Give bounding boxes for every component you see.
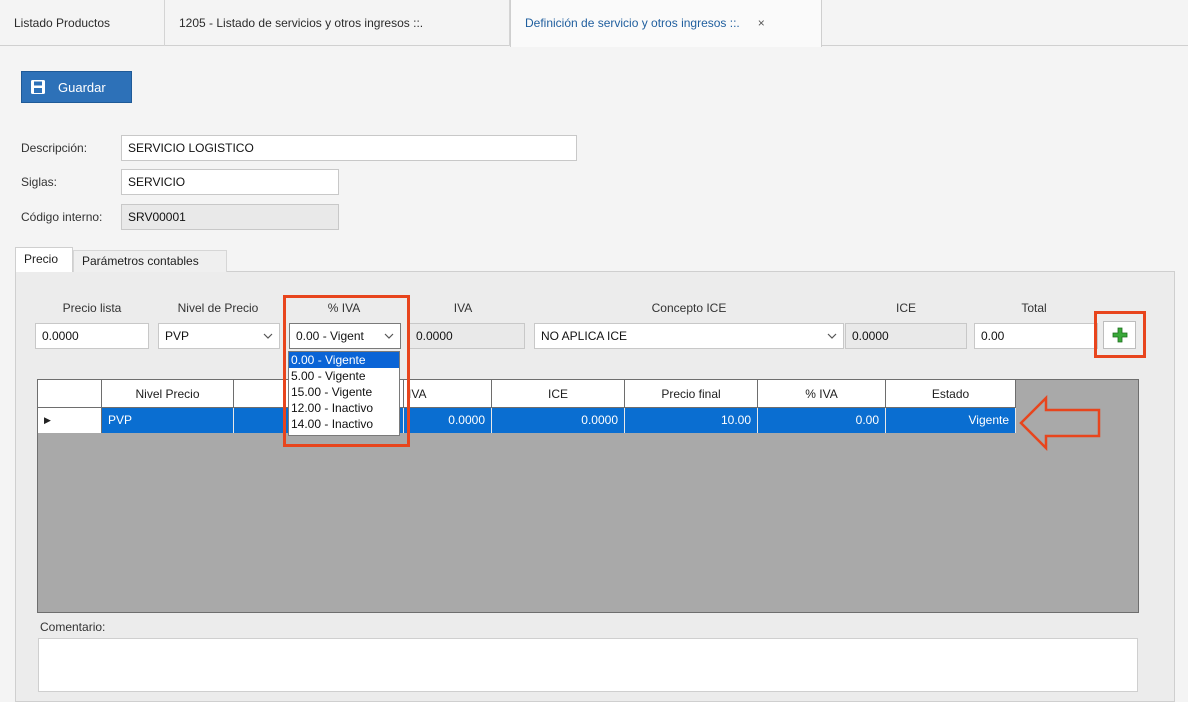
iva-option[interactable]: 12.00 - Inactivo xyxy=(289,400,399,416)
document-tab-strip: Listado Productos 1205 - Listado de serv… xyxy=(0,0,1188,47)
precio-lista-field[interactable]: 0.0000 xyxy=(35,323,149,349)
descripcion-label: Descripción: xyxy=(21,141,88,155)
close-icon[interactable]: × xyxy=(758,16,765,30)
save-button-label: Guardar xyxy=(58,79,106,95)
pct-iva-dropdown-list: 0.00 - Vigente 5.00 - Vigente 15.00 - Vi… xyxy=(288,351,400,436)
cell-estado[interactable]: Vigente xyxy=(886,408,1016,433)
chevron-down-icon xyxy=(827,324,837,339)
floppy-disk-icon xyxy=(31,80,45,94)
descripcion-field[interactable]: SERVICIO LOGISTICO xyxy=(121,135,577,161)
tab-parametros-contables[interactable]: Parámetros contables xyxy=(73,250,227,272)
col-header-pct-iva[interactable]: % IVA xyxy=(758,380,886,408)
ice-field: 0.0000 xyxy=(845,323,967,349)
concepto-ice-header: Concepto ICE xyxy=(651,301,727,315)
iva-header: IVA xyxy=(453,301,473,315)
tab-label: Definición de servicio y otros ingresos … xyxy=(525,16,740,30)
cell-ice[interactable]: 0.0000 xyxy=(492,408,625,433)
codigo-interno-label: Código interno: xyxy=(21,210,103,224)
comentario-textarea[interactable] xyxy=(38,638,1138,692)
precio-lista-header: Precio lista xyxy=(62,301,122,315)
total-field[interactable]: 0.00 xyxy=(974,323,1098,349)
tab-label: Listado Productos xyxy=(14,16,111,30)
add-button-highlight-box xyxy=(1094,311,1146,358)
tab-precio[interactable]: Precio xyxy=(15,247,73,272)
col-header-iva[interactable]: IVA xyxy=(404,380,492,408)
tab-definicion-servicio[interactable]: Definición de servicio y otros ingresos … xyxy=(510,0,822,47)
chevron-down-icon xyxy=(263,324,273,339)
nivel-precio-header: Nivel de Precio xyxy=(177,301,259,315)
row-indicator[interactable]: ▶ xyxy=(38,408,102,433)
prices-grid: Nivel Precio Precio IVA ICE Precio final… xyxy=(37,379,1139,613)
siglas-label: Siglas: xyxy=(21,175,58,189)
tab-listado-productos[interactable]: Listado Productos xyxy=(0,0,165,46)
comentario-label: Comentario: xyxy=(40,620,106,634)
codigo-interno-field: SRV00001 xyxy=(121,204,339,230)
total-header: Total xyxy=(1021,301,1047,315)
row-pointer-icon: ▶ xyxy=(44,415,51,425)
save-button[interactable]: Guardar xyxy=(21,71,132,103)
grid-corner-header xyxy=(38,380,102,408)
iva-field: 0.0000 xyxy=(409,323,525,349)
iva-option[interactable]: 5.00 - Vigente xyxy=(289,368,399,384)
cell-precio-final[interactable]: 10.00 xyxy=(625,408,758,433)
col-header-estado[interactable]: Estado xyxy=(886,380,1016,408)
col-header-ice[interactable]: ICE xyxy=(492,380,625,408)
siglas-field[interactable]: SERVICIO xyxy=(121,169,339,195)
concepto-ice-select[interactable]: NO APLICA ICE xyxy=(534,323,844,349)
iva-option[interactable]: 15.00 - Vigente xyxy=(289,384,399,400)
tab-listado-servicios[interactable]: 1205 - Listado de servicios y otros ingr… xyxy=(165,0,510,46)
nivel-precio-select[interactable]: PVP xyxy=(158,323,280,349)
arrow-left-icon xyxy=(1019,395,1101,451)
cell-nivel[interactable]: PVP xyxy=(102,408,234,433)
cell-iva[interactable]: 0.0000 xyxy=(404,408,492,433)
iva-option[interactable]: 0.00 - Vigente xyxy=(289,352,399,368)
col-header-nivel-precio[interactable]: Nivel Precio xyxy=(102,380,234,408)
nivel-precio-value: PVP xyxy=(165,329,190,343)
cell-pct-iva[interactable]: 0.00 xyxy=(758,408,886,433)
iva-option[interactable]: 14.00 - Inactivo xyxy=(289,416,399,432)
concepto-ice-value: NO APLICA ICE xyxy=(541,329,628,343)
tab-label: 1205 - Listado de servicios y otros ingr… xyxy=(179,16,424,30)
col-header-precio-final[interactable]: Precio final xyxy=(625,380,758,408)
ice-header: ICE xyxy=(895,301,916,315)
